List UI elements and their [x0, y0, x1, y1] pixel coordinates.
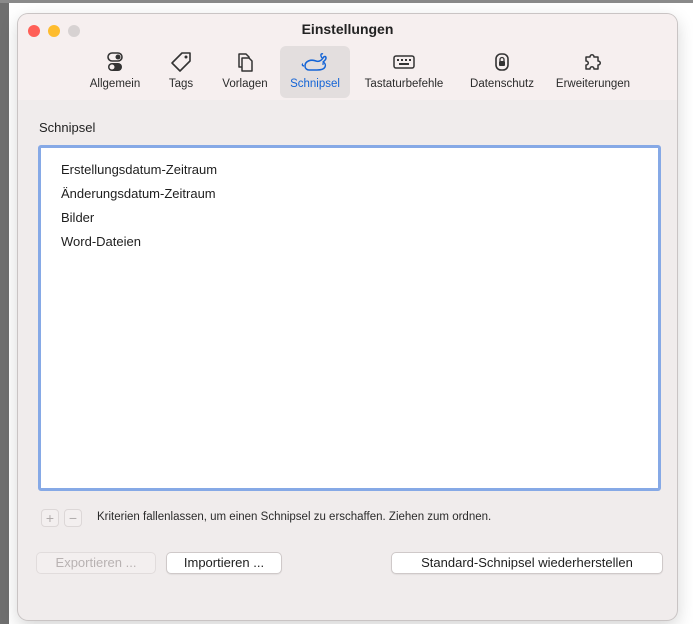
export-button[interactable]: Exportieren ... — [36, 552, 156, 574]
tab-label: Erweiterungen — [555, 78, 631, 90]
rabbit-icon — [280, 50, 350, 74]
keyboard-icon — [354, 50, 454, 74]
import-button[interactable]: Importieren ... — [166, 552, 282, 574]
list-item[interactable]: Änderungsdatum-Zeitraum — [61, 186, 216, 201]
tab-label: Allgemein — [89, 78, 141, 90]
background-window-top-edge — [0, 0, 693, 3]
tag-icon — [157, 50, 205, 74]
hint-text: Kriterien fallenlassen, um einen Schnips… — [97, 511, 492, 523]
tab-datenschutz[interactable]: Datenschutz — [461, 46, 543, 98]
remove-snippet-button[interactable]: − — [64, 509, 82, 527]
tab-schnipsel[interactable]: Schnipsel — [280, 46, 350, 98]
tab-allgemein[interactable]: Allgemein — [80, 46, 150, 98]
tab-label: Tastaturbefehle — [364, 78, 444, 90]
documents-icon — [214, 50, 276, 74]
toolbar: Einstellungen Allgemein Tags Vorlagen Sc… — [18, 14, 677, 100]
list-item[interactable]: Erstellungsdatum-Zeitraum — [61, 162, 217, 177]
snippet-list[interactable]: Erstellungsdatum-Zeitraum Änderungsdatum… — [38, 145, 661, 491]
list-item[interactable]: Word-Dateien — [61, 234, 141, 249]
list-item[interactable]: Bilder — [61, 210, 94, 225]
tab-label: Tags — [168, 78, 194, 90]
settings-window: Einstellungen Allgemein Tags Vorlagen Sc… — [18, 14, 677, 620]
window-title: Einstellungen — [301, 21, 394, 37]
tab-tags[interactable]: Tags — [157, 46, 205, 98]
section-label: Schnipsel — [39, 120, 96, 135]
lock-icon — [461, 50, 543, 74]
tab-vorlagen[interactable]: Vorlagen — [214, 46, 276, 98]
tab-tastaturbefehle[interactable]: Tastaturbefehle — [354, 46, 454, 98]
tab-label: Datenschutz — [470, 78, 534, 90]
add-snippet-button[interactable]: + — [41, 509, 59, 527]
toggle-icon — [80, 50, 150, 74]
tab-label: Vorlagen — [222, 78, 268, 90]
background-window-edge — [0, 0, 9, 624]
restore-default-snippets-button[interactable]: Standard-Schnipsel wiederherstellen — [391, 552, 663, 574]
tab-label: Schnipsel — [290, 78, 340, 90]
tab-erweiterungen[interactable]: Erweiterungen — [546, 46, 640, 98]
puzzle-icon — [546, 50, 640, 74]
